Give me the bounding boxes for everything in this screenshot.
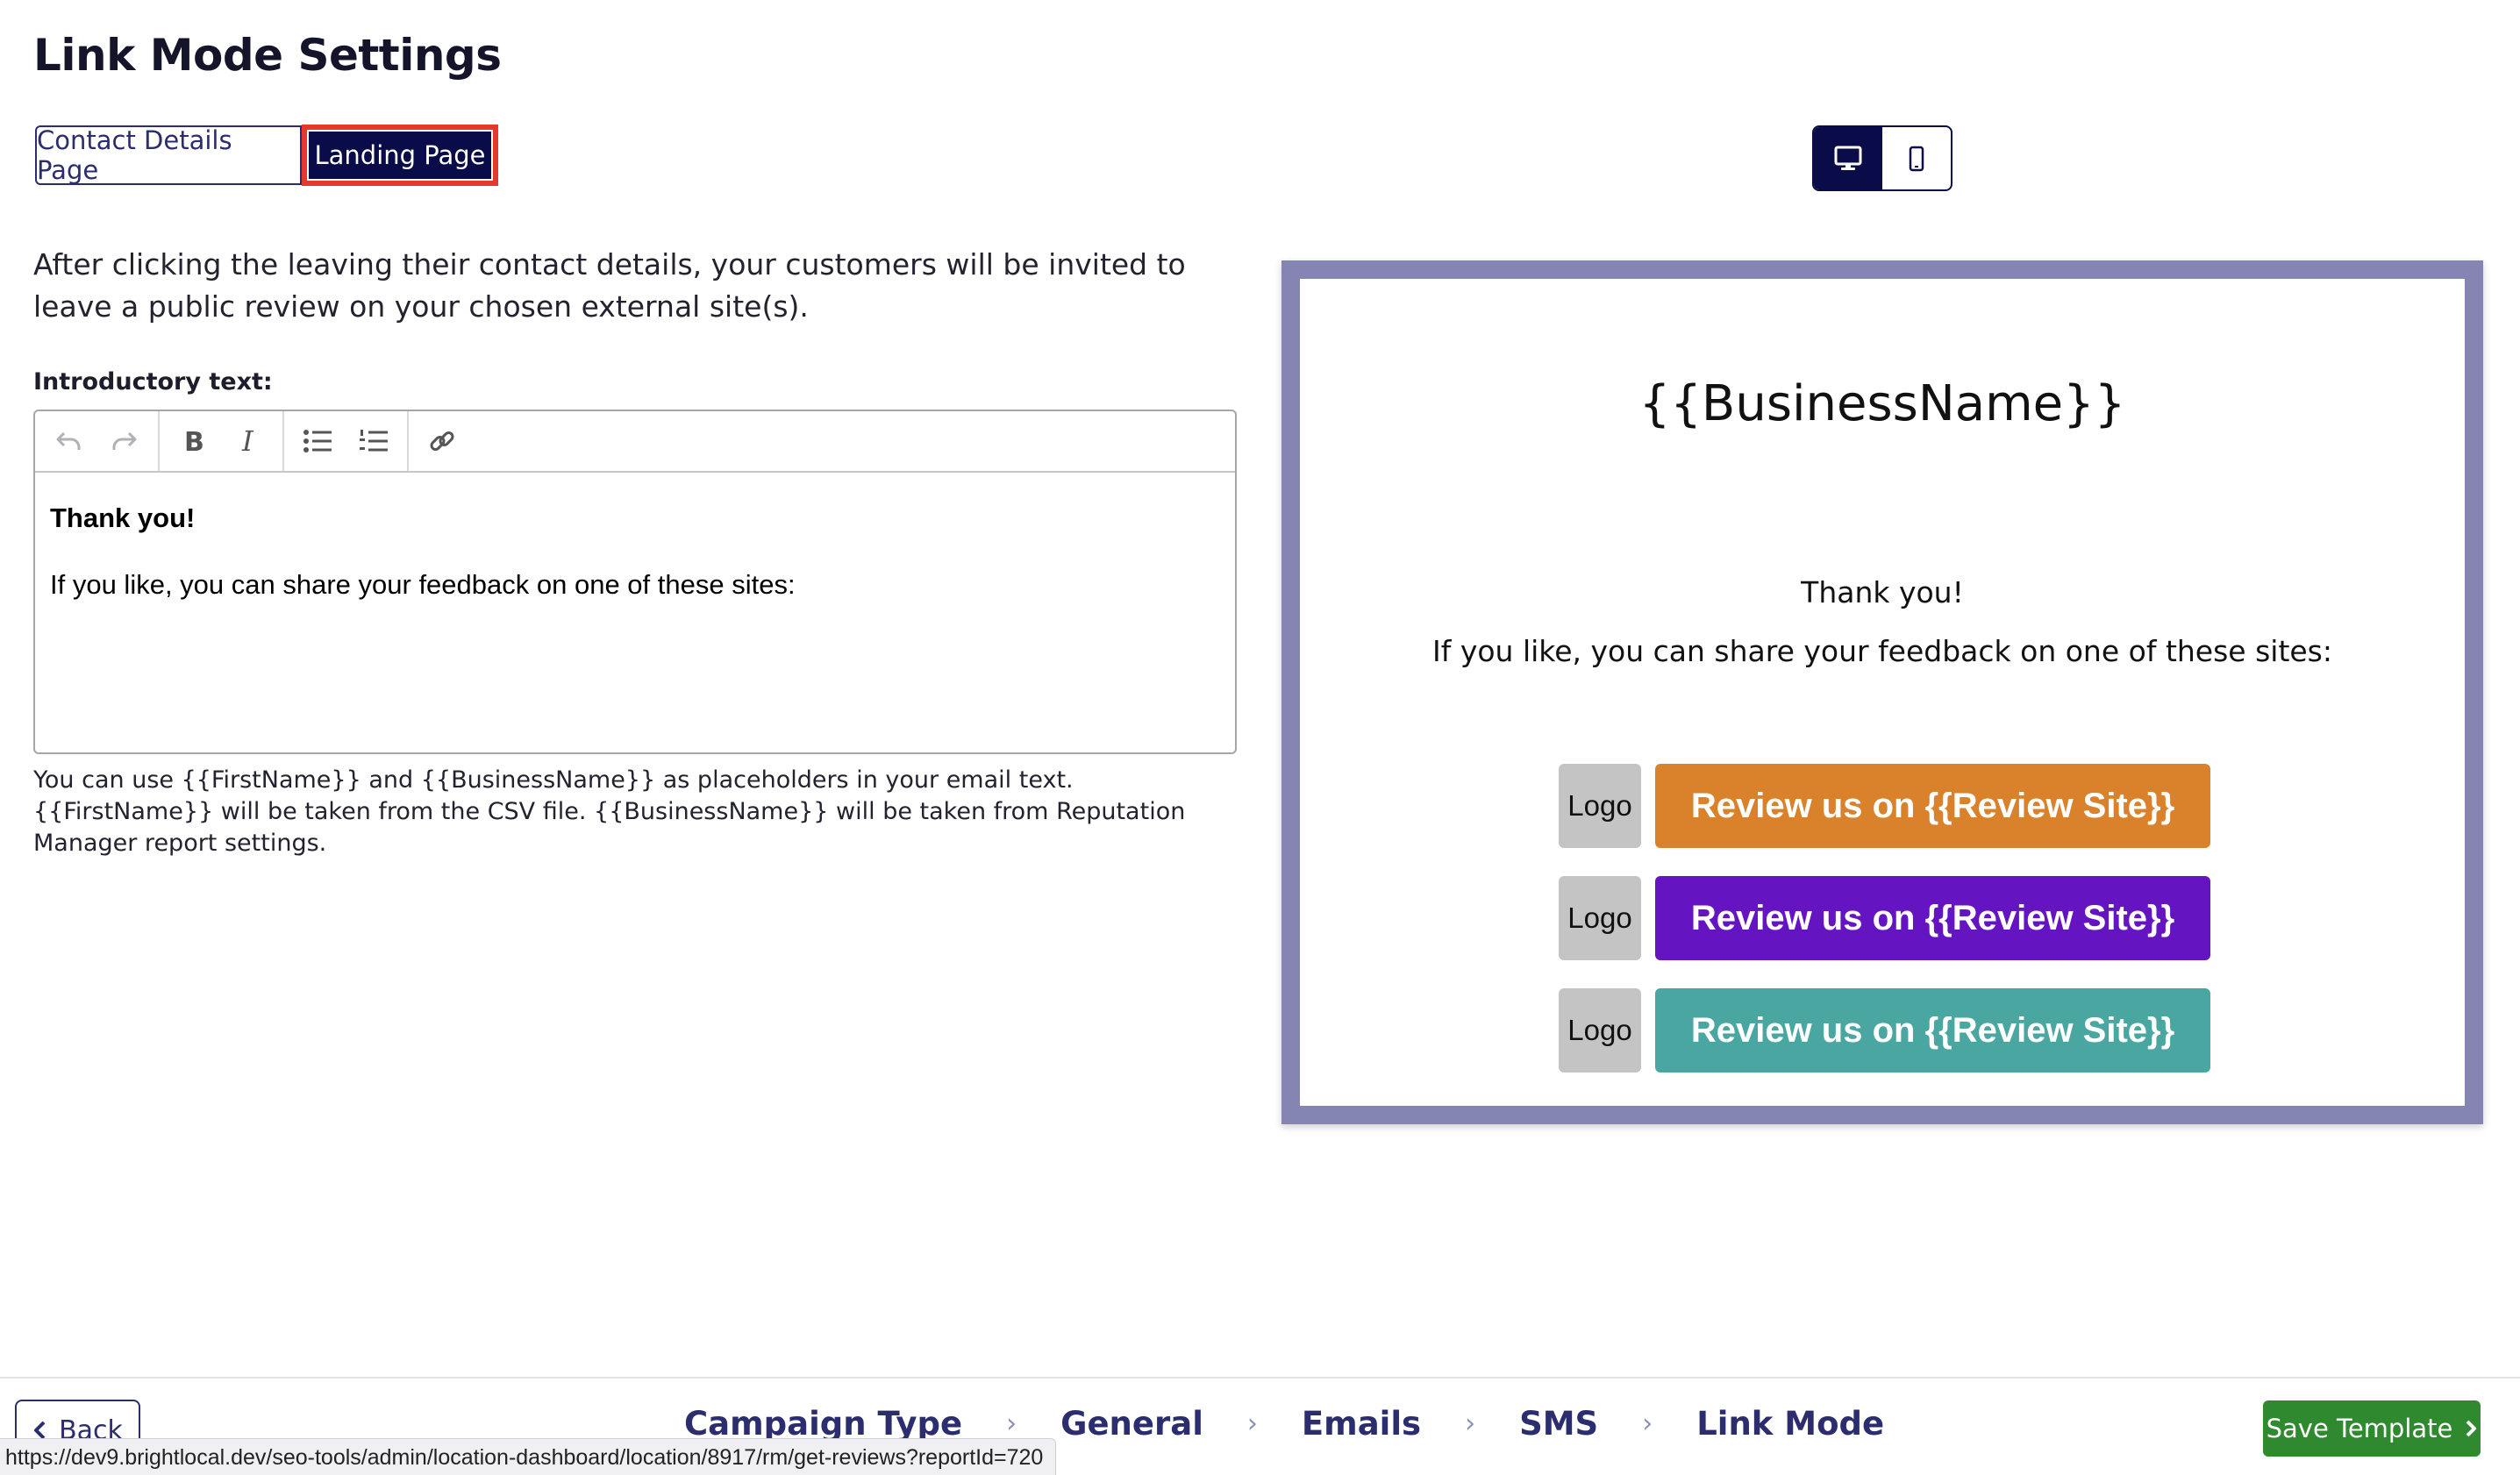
- mobile-view-button[interactable]: [1882, 127, 1951, 189]
- list-tools: [284, 411, 409, 471]
- step-sms[interactable]: SMS: [1519, 1405, 1598, 1443]
- editor-toolbar: B I: [35, 411, 1235, 473]
- mobile-icon: [1909, 146, 1924, 171]
- step-general[interactable]: General: [1060, 1405, 1203, 1443]
- chevron-right-icon: ›: [1465, 1408, 1476, 1439]
- svg-text:I: I: [241, 428, 254, 454]
- svg-text:B: B: [184, 428, 204, 454]
- introductory-text-label: Introductory text:: [33, 368, 273, 395]
- bold-icon[interactable]: B: [165, 415, 221, 467]
- preview-share-text: If you like, you can share your feedback…: [1432, 634, 2332, 668]
- save-template-label: Save Template: [2266, 1414, 2453, 1443]
- chevron-right-icon: ›: [1642, 1408, 1653, 1439]
- save-template-button[interactable]: Save Template: [2263, 1400, 2481, 1457]
- device-toggle: [1812, 125, 1952, 191]
- rich-text-editor[interactable]: B I Thank you! If you like, you can shar…: [33, 410, 1237, 754]
- tab-landing-page[interactable]: Landing Page: [309, 132, 491, 179]
- review-row: Logo Review us on {{Review Site}}: [1559, 988, 2210, 1072]
- redo-icon[interactable]: [96, 415, 153, 467]
- page-title: Link Mode Settings: [33, 30, 502, 81]
- bulleted-list-icon[interactable]: [289, 415, 346, 467]
- editor-content[interactable]: Thank you! If you like, you can share yo…: [35, 473, 1235, 631]
- step-campaign-type[interactable]: Campaign Type: [684, 1405, 962, 1443]
- link-tools: [409, 411, 475, 471]
- landing-page-preview: {{BusinessName}} Thank you! If you like,…: [1281, 260, 2483, 1124]
- format-tools: B I: [160, 411, 284, 471]
- preview-thanks-text: Thank you!: [1801, 575, 1964, 609]
- italic-icon[interactable]: I: [221, 415, 277, 467]
- editor-line-heading: Thank you!: [50, 502, 196, 533]
- numbered-list-icon[interactable]: [346, 415, 402, 467]
- review-row: Logo Review us on {{Review Site}}: [1559, 876, 2210, 960]
- review-site-button[interactable]: Review us on {{Review Site}}: [1655, 988, 2210, 1072]
- chevron-right-icon: ›: [1006, 1408, 1017, 1439]
- step-emails[interactable]: Emails: [1302, 1405, 1421, 1443]
- page-tabs: Contact Details Page Landing Page: [35, 125, 498, 186]
- status-bar-url: https://dev9.brightlocal.dev/seo-tools/a…: [0, 1438, 1057, 1475]
- wizard-steps: Campaign Type › General › Emails › SMS ›…: [684, 1405, 1884, 1443]
- tab-highlight-box: Landing Page: [302, 125, 498, 186]
- link-icon[interactable]: [414, 415, 470, 467]
- chevron-right-icon: [2466, 1420, 2477, 1437]
- review-site-button[interactable]: Review us on {{Review Site}}: [1655, 876, 2210, 960]
- history-tools: [35, 411, 160, 471]
- review-row: Logo Review us on {{Review Site}}: [1559, 764, 2210, 848]
- undo-icon[interactable]: [40, 415, 96, 467]
- editor-line-body: If you like, you can share your feedback…: [50, 569, 796, 600]
- placeholder-help-text: You can use {{FirstName}} and {{Business…: [33, 766, 1186, 857]
- review-site-logo: Logo: [1559, 988, 1641, 1072]
- desktop-view-button[interactable]: [1814, 127, 1882, 189]
- review-site-button[interactable]: Review us on {{Review Site}}: [1655, 764, 2210, 848]
- review-site-logo: Logo: [1559, 876, 1641, 960]
- tab-contact-details-page[interactable]: Contact Details Page: [35, 125, 302, 185]
- review-site-logo: Logo: [1559, 764, 1641, 848]
- intro-paragraph: After clicking the leaving their contact…: [33, 247, 1186, 324]
- preview-business-name: {{BusinessName}}: [1638, 375, 2126, 432]
- desktop-icon: [1834, 146, 1862, 170]
- chevron-right-icon: ›: [1246, 1408, 1258, 1439]
- step-link-mode[interactable]: Link Mode: [1696, 1405, 1884, 1443]
